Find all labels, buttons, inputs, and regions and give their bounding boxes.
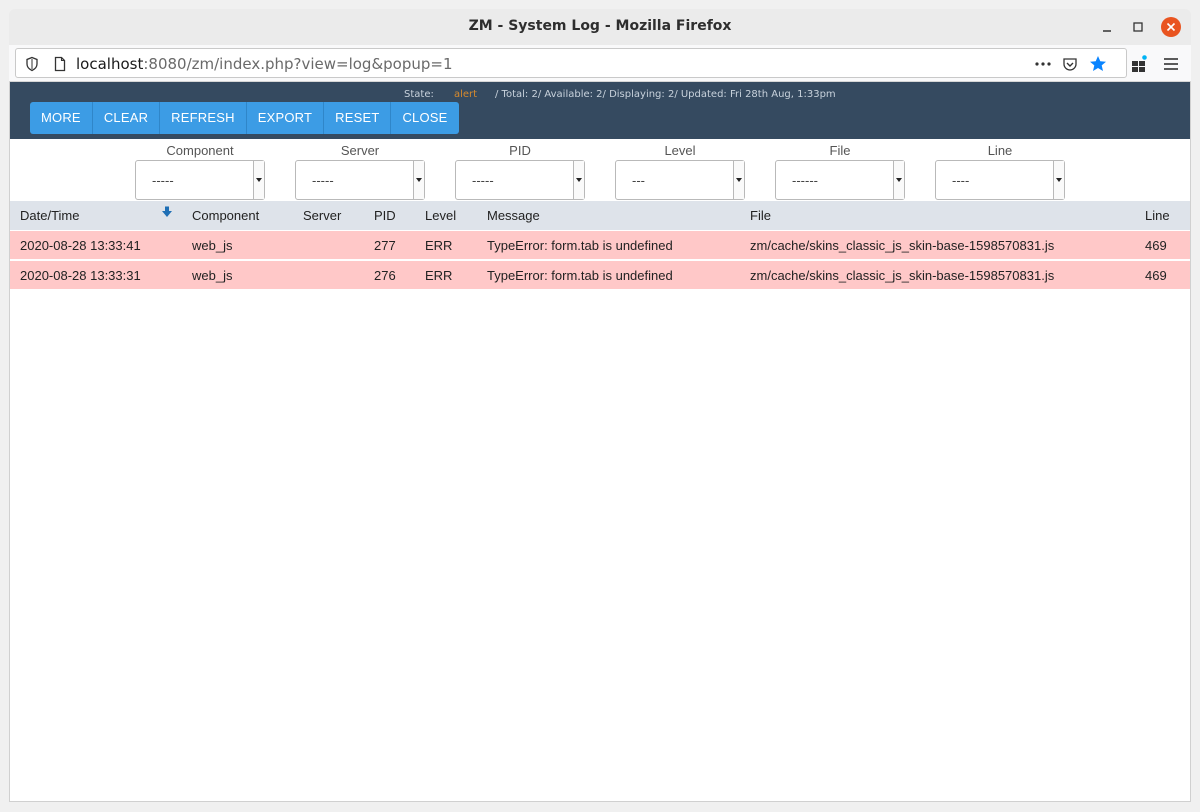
browser-window: ZM - System Log - Mozilla Firefox localh… <box>0 0 1200 812</box>
table-header: Date/Time Component Server PID Level Mes… <box>10 201 1190 230</box>
filter-pid: PID ----- <box>455 143 585 200</box>
pid-select[interactable]: ----- <box>455 160 585 200</box>
url-text[interactable]: localhost:8080/zm/index.php?view=log&pop… <box>76 55 453 73</box>
column-header-datetime[interactable]: Date/Time <box>20 208 79 223</box>
cell-datetime: 2020-08-28 13:33:41 <box>20 238 141 253</box>
filter-label: Server <box>340 143 380 158</box>
url-host: localhost <box>76 55 144 73</box>
server-select[interactable]: ----- <box>295 160 425 200</box>
status-summary: / Total: 2/ Available: 2/ Displaying: 2/… <box>495 89 836 100</box>
filter-label: Level <box>664 143 696 158</box>
cell-pid: 277 <box>374 238 396 253</box>
table-row[interactable]: 2020-08-28 13:33:41 web_js 277 ERR TypeE… <box>10 231 1190 260</box>
clear-button[interactable]: CLEAR <box>92 102 161 134</box>
cell-level: ERR <box>425 268 453 283</box>
chevron-down-icon[interactable] <box>733 161 744 199</box>
table-row[interactable]: 2020-08-28 13:33:31 web_js 276 ERR TypeE… <box>10 261 1190 290</box>
export-button[interactable]: EXPORT <box>246 102 325 134</box>
chevron-down-icon[interactable] <box>1053 161 1064 199</box>
filter-level: Level --- <box>615 143 745 200</box>
more-button[interactable]: MORE <box>30 102 93 134</box>
cell-component: web_js <box>192 238 233 253</box>
filter-label: PID <box>509 143 531 158</box>
filter-label: File <box>829 143 851 158</box>
file-select[interactable]: ------ <box>775 160 905 200</box>
chevron-down-icon[interactable] <box>253 161 264 199</box>
column-header-message[interactable]: Message <box>487 208 540 223</box>
select-value: ----- <box>472 173 494 188</box>
cell-message: TypeError: form.tab is undefined <box>487 268 673 283</box>
level-select[interactable]: --- <box>615 160 745 200</box>
filter-line: Line ---- <box>935 143 1065 200</box>
select-value: ----- <box>152 173 174 188</box>
url-bar[interactable]: localhost:8080/zm/index.php?view=log&pop… <box>15 48 1127 78</box>
cell-file: zm/cache/skins_classic_js_skin-base-1598… <box>750 268 1055 283</box>
filter-server: Server ----- <box>295 143 425 200</box>
cell-pid: 276 <box>374 268 396 283</box>
chevron-down-icon[interactable] <box>893 161 904 199</box>
filter-file: File ------ <box>775 143 905 200</box>
close-button[interactable]: CLOSE <box>391 102 459 134</box>
cell-component: web_js <box>192 268 233 283</box>
reset-button[interactable]: RESET <box>324 102 392 134</box>
select-value: ---- <box>952 173 970 188</box>
minimize-icon[interactable] <box>1097 17 1117 37</box>
cell-message: TypeError: form.tab is undefined <box>487 238 673 253</box>
state-value: alert <box>454 89 478 100</box>
more-actions-icon[interactable] <box>1034 56 1052 72</box>
window-border-right <box>1190 82 1191 802</box>
column-header-pid[interactable]: PID <box>374 208 396 223</box>
select-value: ----- <box>312 173 334 188</box>
select-value: ------ <box>792 173 818 188</box>
cell-line: 469 <box>1145 238 1167 253</box>
cell-level: ERR <box>425 238 453 253</box>
cell-file: zm/cache/skins_classic_js_skin-base-1598… <box>750 238 1055 253</box>
window-title: ZM - System Log - Mozilla Firefox <box>468 18 732 34</box>
url-path: :8080/zm/index.php?view=log&popup=1 <box>143 55 453 73</box>
cell-line: 469 <box>1145 268 1167 283</box>
bookmark-star-icon[interactable] <box>1089 55 1107 73</box>
component-select[interactable]: ----- <box>135 160 265 200</box>
filter-bar: Component ----- Server ----- PID ----- L… <box>10 139 1190 201</box>
navigation-bar: localhost:8080/zm/index.php?view=log&pop… <box>9 45 1191 82</box>
chevron-down-icon[interactable] <box>413 161 424 199</box>
filter-component: Component ----- <box>135 143 265 200</box>
column-header-file[interactable]: File <box>750 208 771 223</box>
chevron-down-icon[interactable] <box>573 161 584 199</box>
log-table: Date/Time Component Server PID Level Mes… <box>10 201 1190 802</box>
refresh-button[interactable]: REFRESH <box>160 102 247 134</box>
state-label: State: <box>404 89 434 100</box>
column-header-level[interactable]: Level <box>425 208 456 223</box>
column-header-component[interactable]: Component <box>192 208 259 223</box>
pocket-icon[interactable] <box>1062 56 1078 72</box>
close-window-icon[interactable] <box>1161 17 1181 37</box>
column-header-line[interactable]: Line <box>1145 208 1170 223</box>
line-select[interactable]: ---- <box>935 160 1065 200</box>
filter-label: Component <box>166 143 234 158</box>
extensions-icon[interactable] <box>1129 54 1149 74</box>
toolbar-buttons: MORE CLEAR REFRESH EXPORT RESET CLOSE <box>30 102 459 134</box>
select-value: --- <box>632 173 645 188</box>
sort-descending-icon[interactable] <box>161 206 173 218</box>
title-bar: ZM - System Log - Mozilla Firefox <box>9 9 1191 45</box>
maximize-icon[interactable] <box>1128 17 1148 37</box>
column-header-server[interactable]: Server <box>303 208 341 223</box>
shield-icon[interactable] <box>24 56 40 72</box>
filter-label: Line <box>987 143 1013 158</box>
log-header: State: alert / Total: 2/ Available: 2/ D… <box>10 82 1190 139</box>
hamburger-menu-icon[interactable] <box>1161 54 1181 74</box>
cell-datetime: 2020-08-28 13:33:31 <box>20 268 141 283</box>
page-icon[interactable] <box>52 56 68 72</box>
